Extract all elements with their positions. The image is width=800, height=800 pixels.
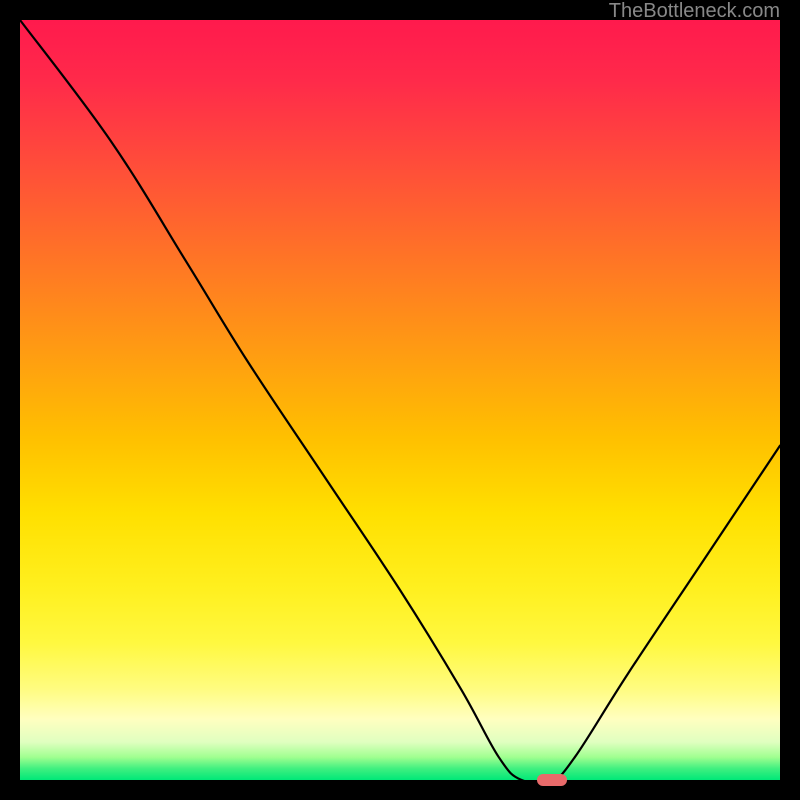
curve-layer [20,20,780,780]
chart-container: TheBottleneck.com [0,0,800,800]
plot-area [20,20,780,780]
optimum-marker [537,774,567,786]
bottleneck-curve [20,20,780,783]
watermark-text: TheBottleneck.com [609,0,780,23]
